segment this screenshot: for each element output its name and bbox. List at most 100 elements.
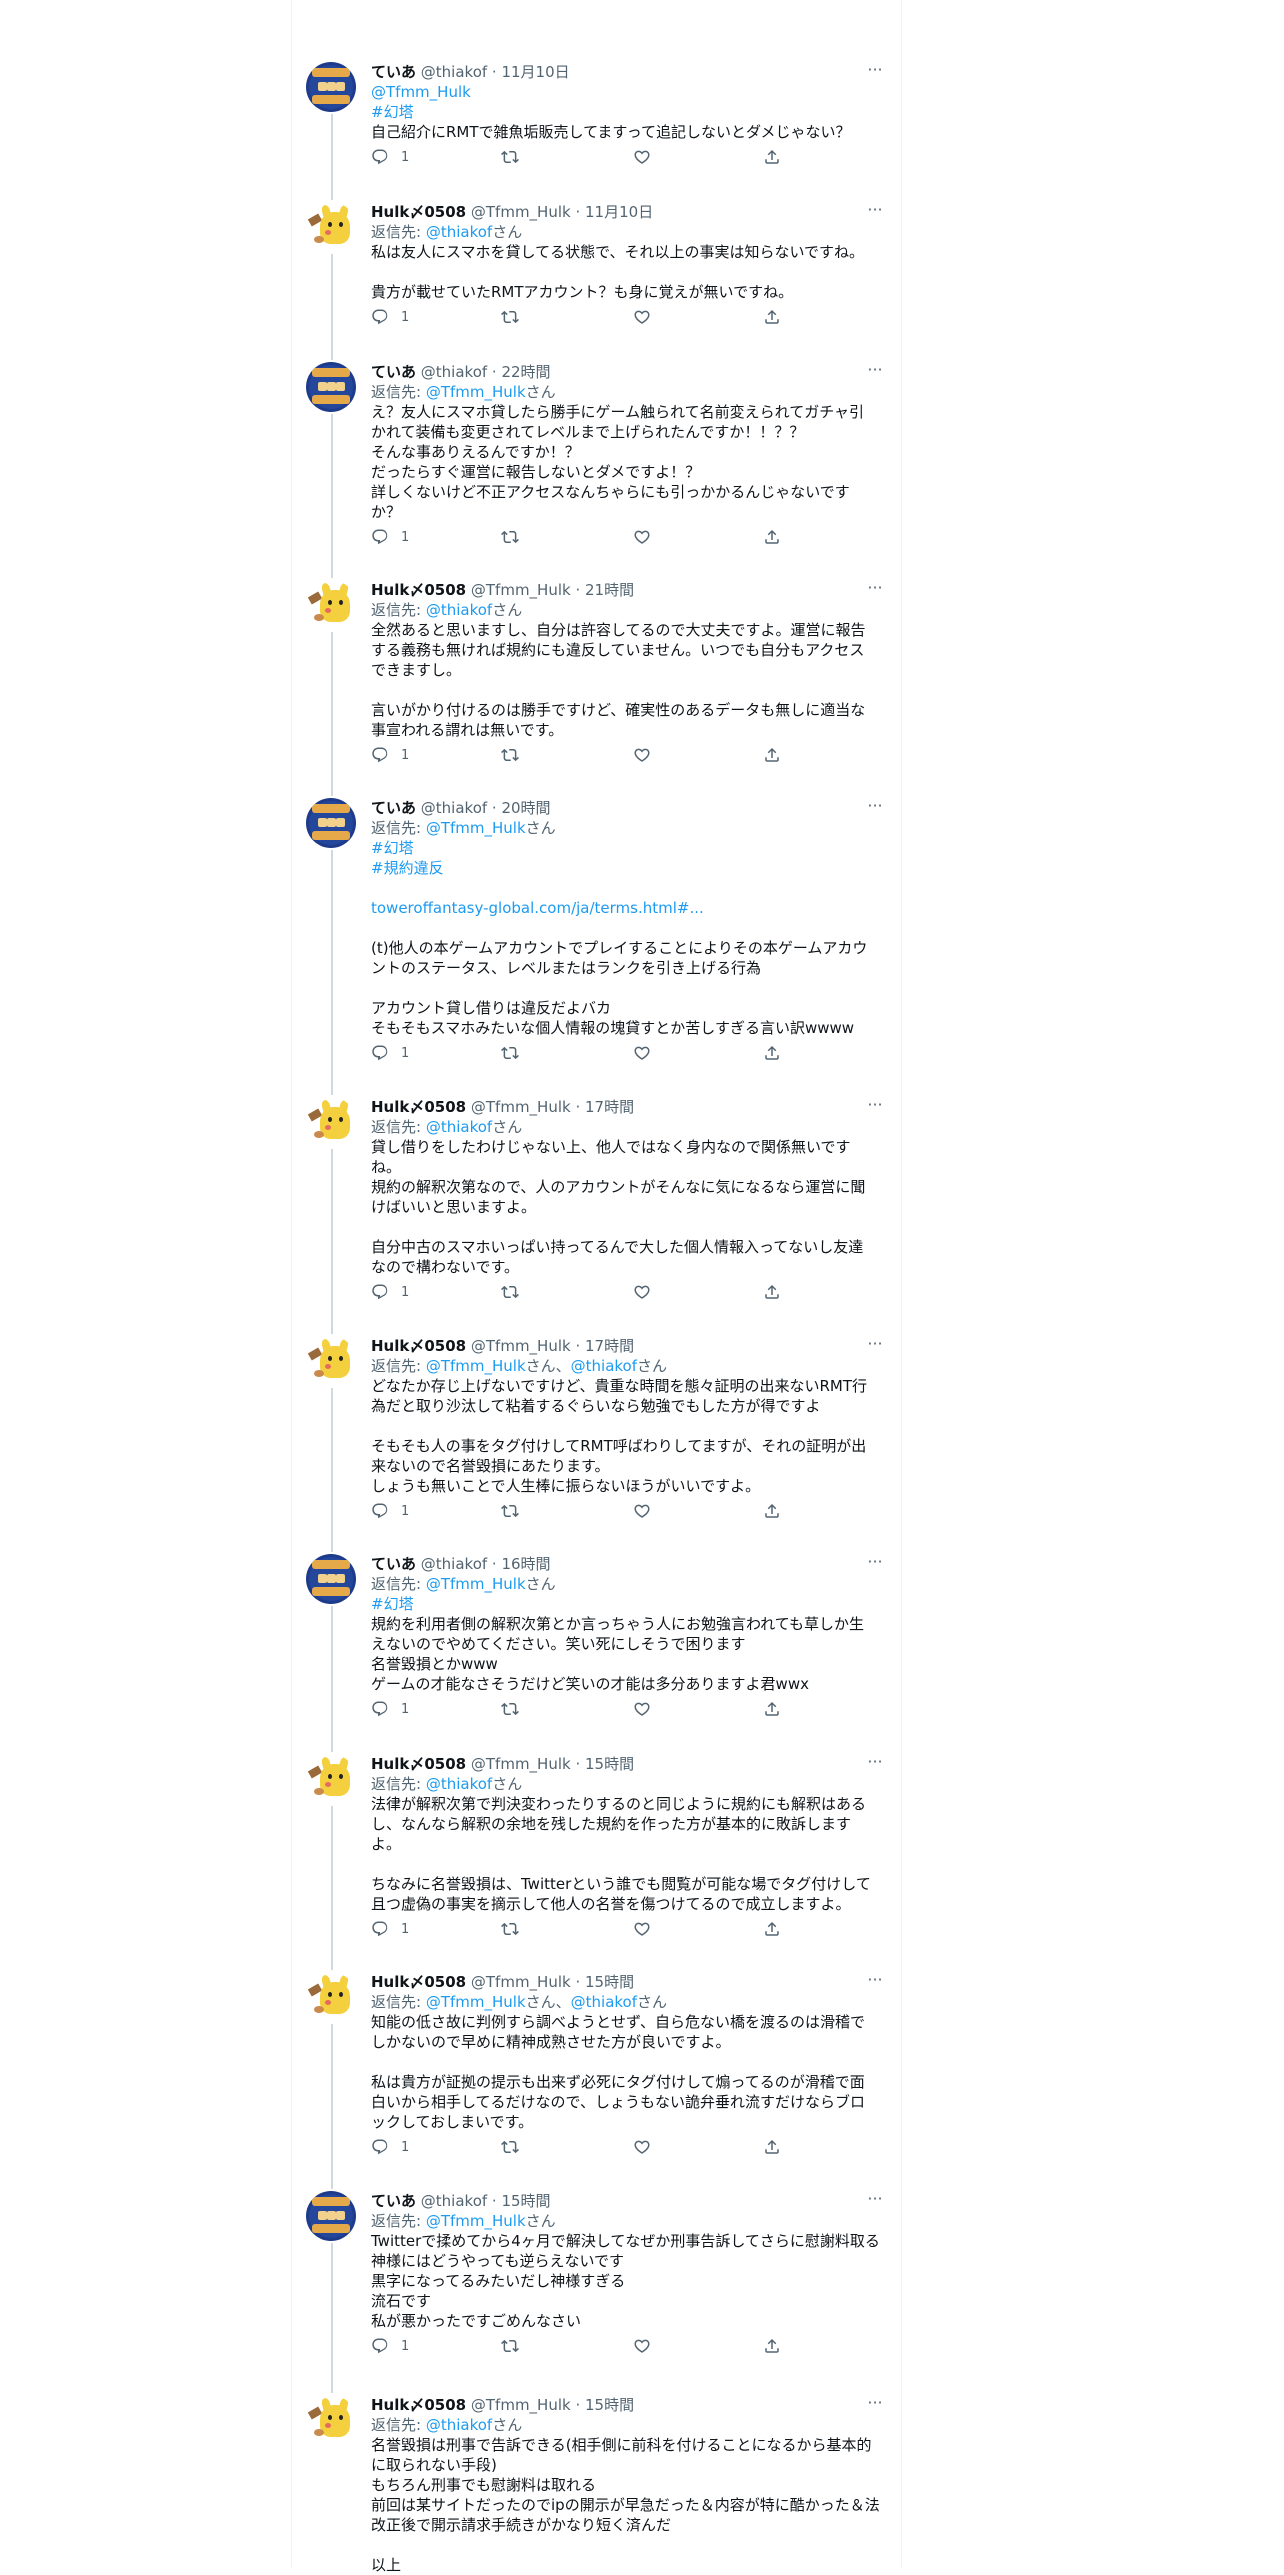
author-name[interactable]: Hulk〆0508 bbox=[371, 1973, 466, 1991]
more-horizontal-icon[interactable]: ··· bbox=[863, 360, 887, 384]
more-horizontal-icon[interactable]: ··· bbox=[863, 60, 887, 84]
timestamp[interactable]: 21時間 bbox=[585, 581, 634, 599]
retweet-button[interactable] bbox=[501, 146, 519, 168]
like-button[interactable] bbox=[633, 1698, 651, 1720]
avatar[interactable] bbox=[306, 2395, 356, 2445]
author-handle[interactable]: @Tfmm_Hulk bbox=[471, 1755, 571, 1773]
share-button[interactable] bbox=[763, 2136, 781, 2158]
avatar[interactable] bbox=[306, 1972, 356, 2022]
share-button[interactable] bbox=[763, 306, 781, 328]
more-horizontal-icon[interactable]: ··· bbox=[863, 1752, 887, 1776]
timestamp[interactable]: 15時間 bbox=[585, 2396, 634, 2414]
more-horizontal-icon[interactable]: ··· bbox=[863, 2189, 887, 2213]
timestamp[interactable]: 17時間 bbox=[585, 1098, 634, 1116]
like-button[interactable] bbox=[633, 744, 651, 766]
mention-link[interactable]: @Tfmm_Hulk bbox=[426, 1357, 526, 1375]
hashtag-link[interactable]: #幻塔 bbox=[371, 102, 887, 122]
more-horizontal-icon[interactable]: ··· bbox=[863, 1095, 887, 1119]
author-handle[interactable]: @thiakof bbox=[421, 799, 487, 817]
more-horizontal-icon[interactable]: ··· bbox=[863, 200, 887, 224]
retweet-button[interactable] bbox=[501, 744, 519, 766]
author-handle[interactable]: @thiakof bbox=[421, 1555, 487, 1573]
reply-button[interactable]: 1 bbox=[371, 1500, 409, 1522]
share-button[interactable] bbox=[763, 1918, 781, 1940]
timestamp[interactable]: 11月10日 bbox=[501, 63, 569, 81]
share-button[interactable] bbox=[763, 1281, 781, 1303]
reply-button[interactable]: 1 bbox=[371, 744, 409, 766]
reply-button[interactable]: 1 bbox=[371, 1918, 409, 1940]
retweet-button[interactable] bbox=[501, 1918, 519, 1940]
avatar[interactable] bbox=[306, 362, 356, 412]
reply-button[interactable]: 1 bbox=[371, 1698, 409, 1720]
author-name[interactable]: ていあ bbox=[371, 63, 416, 81]
share-button[interactable] bbox=[763, 1042, 781, 1064]
author-handle[interactable]: @Tfmm_Hulk bbox=[471, 2396, 571, 2414]
like-button[interactable] bbox=[633, 306, 651, 328]
retweet-button[interactable] bbox=[501, 306, 519, 328]
retweet-button[interactable] bbox=[501, 526, 519, 548]
retweet-button[interactable] bbox=[501, 1698, 519, 1720]
timestamp[interactable]: 20時間 bbox=[501, 799, 550, 817]
avatar[interactable] bbox=[306, 1336, 356, 1386]
timestamp[interactable]: 15時間 bbox=[585, 1973, 634, 1991]
like-button[interactable] bbox=[633, 1281, 651, 1303]
timestamp[interactable]: 16時間 bbox=[501, 1555, 550, 1573]
share-button[interactable] bbox=[763, 744, 781, 766]
more-horizontal-icon[interactable]: ··· bbox=[863, 2393, 887, 2417]
author-handle[interactable]: @Tfmm_Hulk bbox=[471, 1973, 571, 1991]
reply-button[interactable]: 1 bbox=[371, 2136, 409, 2158]
author-name[interactable]: ていあ bbox=[371, 1555, 416, 1573]
mention-link[interactable]: @thiakof bbox=[571, 1993, 637, 2011]
retweet-button[interactable] bbox=[501, 1281, 519, 1303]
mention-link[interactable]: @Tfmm_Hulk bbox=[426, 1993, 526, 2011]
reply-button[interactable]: 1 bbox=[371, 306, 409, 328]
mention-link[interactable]: @Tfmm_Hulk bbox=[426, 819, 526, 837]
author-handle[interactable]: @Tfmm_Hulk bbox=[471, 1337, 571, 1355]
like-button[interactable] bbox=[633, 1500, 651, 1522]
retweet-button[interactable] bbox=[501, 1500, 519, 1522]
avatar[interactable] bbox=[306, 798, 356, 848]
like-button[interactable] bbox=[633, 2335, 651, 2357]
timestamp[interactable]: 15時間 bbox=[501, 2192, 550, 2210]
author-handle[interactable]: @Tfmm_Hulk bbox=[471, 203, 571, 221]
mention-link[interactable]: @Tfmm_Hulk bbox=[426, 1575, 526, 1593]
retweet-button[interactable] bbox=[501, 2335, 519, 2357]
avatar[interactable] bbox=[306, 1754, 356, 1804]
author-name[interactable]: Hulk〆0508 bbox=[371, 203, 466, 221]
avatar[interactable] bbox=[306, 1554, 356, 1604]
hashtag-link[interactable]: #幻塔 bbox=[371, 838, 887, 858]
share-button[interactable] bbox=[763, 2335, 781, 2357]
author-name[interactable]: ていあ bbox=[371, 2192, 416, 2210]
more-horizontal-icon[interactable]: ··· bbox=[863, 1970, 887, 1994]
mention-link[interactable]: @thiakof bbox=[571, 1357, 637, 1375]
avatar[interactable] bbox=[306, 580, 356, 630]
avatar[interactable] bbox=[306, 1097, 356, 1147]
reply-button[interactable]: 1 bbox=[371, 2335, 409, 2357]
like-button[interactable] bbox=[633, 2136, 651, 2158]
mention-link[interactable]: @thiakof bbox=[426, 223, 492, 241]
author-name[interactable]: Hulk〆0508 bbox=[371, 1098, 466, 1116]
more-horizontal-icon[interactable]: ··· bbox=[863, 578, 887, 602]
link[interactable]: toweroffantasy-global.com/ja/terms.html#… bbox=[371, 898, 887, 918]
mention-link[interactable]: @thiakof bbox=[426, 601, 492, 619]
retweet-button[interactable] bbox=[501, 1042, 519, 1064]
author-handle[interactable]: @thiakof bbox=[421, 63, 487, 81]
share-button[interactable] bbox=[763, 1698, 781, 1720]
more-horizontal-icon[interactable]: ··· bbox=[863, 1334, 887, 1358]
author-name[interactable]: ていあ bbox=[371, 799, 416, 817]
share-button[interactable] bbox=[763, 1500, 781, 1522]
share-button[interactable] bbox=[763, 526, 781, 548]
author-handle[interactable]: @thiakof bbox=[421, 2192, 487, 2210]
reply-button[interactable]: 1 bbox=[371, 1281, 409, 1303]
author-name[interactable]: Hulk〆0508 bbox=[371, 1755, 466, 1773]
timestamp[interactable]: 15時間 bbox=[585, 1755, 634, 1773]
mention-link[interactable]: @thiakof bbox=[426, 1775, 492, 1793]
more-horizontal-icon[interactable]: ··· bbox=[863, 1552, 887, 1576]
author-name[interactable]: Hulk〆0508 bbox=[371, 581, 466, 599]
timestamp[interactable]: 11月10日 bbox=[585, 203, 653, 221]
author-handle[interactable]: @thiakof bbox=[421, 363, 487, 381]
hashtag-link[interactable]: #規約違反 bbox=[371, 858, 887, 878]
share-button[interactable] bbox=[763, 146, 781, 168]
hashtag-link[interactable]: #幻塔 bbox=[371, 1594, 887, 1614]
reply-button[interactable]: 1 bbox=[371, 146, 409, 168]
